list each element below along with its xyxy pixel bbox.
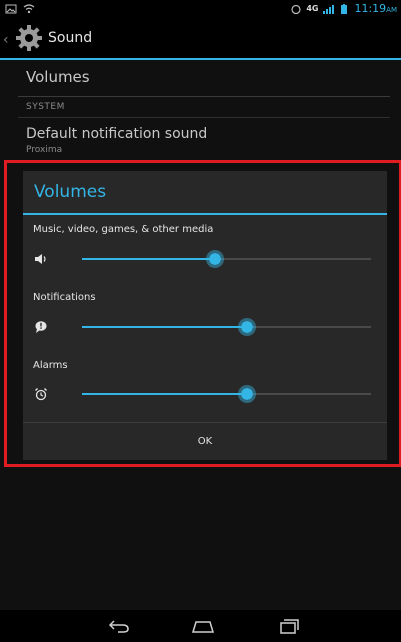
status-right: 4G 11:19AM xyxy=(290,2,397,15)
home-icon[interactable] xyxy=(190,617,216,635)
volumes-dialog: Volumes Music, video, games, & other med… xyxy=(23,171,387,460)
slider-fill xyxy=(82,258,215,260)
alarms-volume-slider[interactable] xyxy=(82,384,371,404)
navigation-bar xyxy=(0,610,401,642)
dialog-title: Volumes xyxy=(34,182,107,202)
gear-icon[interactable] xyxy=(13,22,45,54)
clock-time: 11:19 xyxy=(354,2,387,15)
settings-item-volumes[interactable]: Volumes xyxy=(26,68,90,86)
notifications-volume-label: Notifications xyxy=(33,292,96,303)
wifi-icon xyxy=(23,4,35,14)
slider-thumb[interactable] xyxy=(237,385,256,403)
back-icon[interactable] xyxy=(106,617,132,635)
clock-ampm: AM xyxy=(386,6,397,14)
status-left xyxy=(5,3,35,15)
notifications-volume-slider[interactable] xyxy=(82,317,371,337)
ok-button[interactable]: OK xyxy=(23,423,387,460)
slider-thumb[interactable] xyxy=(237,318,256,336)
action-bar: ‹ Sound xyxy=(0,20,401,60)
slider-thumb[interactable] xyxy=(205,250,224,268)
slider-fill xyxy=(82,393,247,395)
divider xyxy=(18,96,390,97)
chevron-left-icon[interactable]: ‹ xyxy=(3,32,9,48)
section-header-system: SYSTEM xyxy=(26,102,65,112)
settings-item-default-notification[interactable]: Default notification sound xyxy=(26,126,207,142)
page-title: Sound xyxy=(48,30,93,46)
notification-bubble-icon xyxy=(35,321,47,333)
status-bar: 4G 11:19AM xyxy=(0,0,401,20)
alarm-clock-icon xyxy=(35,388,47,401)
speaker-icon xyxy=(35,254,46,264)
media-volume-label: Music, video, games, & other media xyxy=(33,224,214,235)
recents-icon[interactable] xyxy=(276,617,302,635)
media-volume-slider[interactable] xyxy=(82,249,371,269)
default-notification-value: Proxima xyxy=(26,145,63,155)
slider-fill xyxy=(82,326,247,328)
battery-icon xyxy=(341,3,348,14)
divider xyxy=(18,117,390,118)
clock: 11:19AM xyxy=(354,2,397,15)
network-type-label: 4G xyxy=(306,4,319,13)
image-notification-icon xyxy=(5,4,17,14)
alarms-volume-label: Alarms xyxy=(33,360,68,371)
signal-icon xyxy=(323,4,335,14)
dialog-title-divider xyxy=(23,213,387,215)
alarm-status-icon xyxy=(291,4,301,14)
